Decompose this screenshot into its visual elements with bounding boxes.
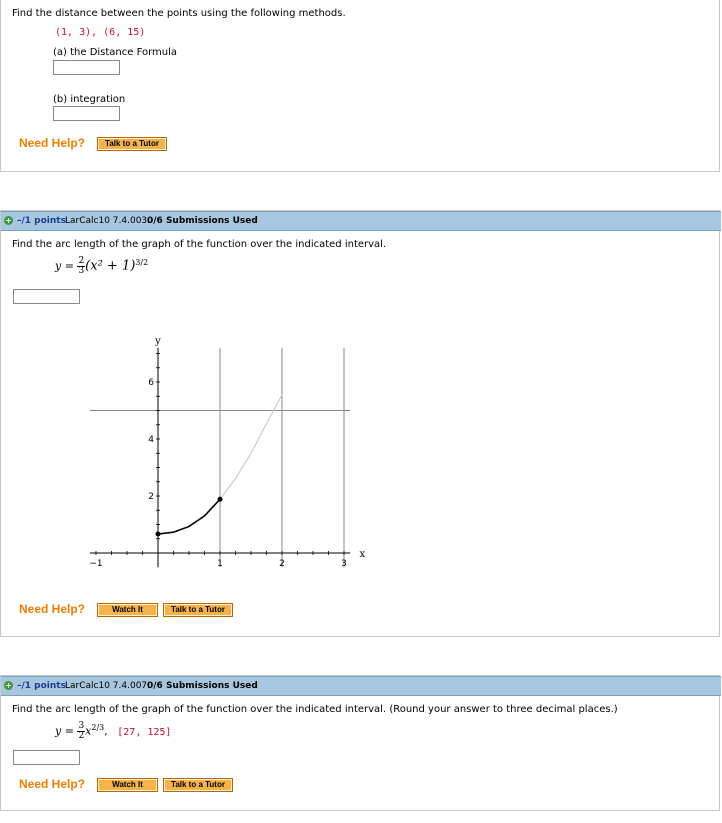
q1-need-help: Need Help? — [19, 136, 86, 150]
q2-eq-body: (x² + 1) — [85, 258, 136, 274]
q3-eq-lhs: y = — [55, 724, 74, 738]
expand-plus-icon[interactable]: + — [4, 216, 13, 225]
q2-reference: LarCalc10 7.4.003. — [65, 216, 151, 226]
q2-header: + –/1 points LarCalc10 7.4.003. 0/6 Subm… — [1, 211, 721, 231]
arc-length-graph: −1 1 2 3 2 4 6 x y — [89, 336, 366, 569]
q1-part-a-input[interactable] — [53, 60, 120, 75]
q3-points: –/1 points — [17, 681, 66, 691]
question-3-card: + –/1 points LarCalc10 7.4.007. 0/6 Subm… — [0, 675, 721, 811]
x-tick-label: 3 — [341, 559, 347, 569]
q3-header: + –/1 points LarCalc10 7.4.007. 0/6 Subm… — [1, 676, 721, 696]
q2-points: –/1 points — [17, 216, 66, 226]
q2-eq-lhs: y = — [55, 259, 74, 273]
q3-need-help: Need Help? — [19, 777, 86, 791]
q1-part-b-input[interactable] — [53, 106, 120, 121]
q2-equation: y = 2 3 (x² + 1)3/2 — [55, 257, 148, 276]
endpoint-dot — [217, 496, 223, 502]
y-tick-label: 6 — [148, 378, 154, 388]
q1-part-b-label: (b) integration — [53, 94, 126, 105]
q3-submissions: 0/6 Submissions Used — [147, 681, 258, 691]
q2-prompt: Find the arc length of the graph of the … — [12, 239, 387, 250]
question-1-card: Find the distance between the points usi… — [0, 0, 720, 172]
expand-plus-icon[interactable]: + — [4, 681, 13, 690]
q2-need-help: Need Help? — [19, 602, 86, 616]
q3-talk-to-tutor-button[interactable]: Talk to a Tutor — [163, 778, 233, 792]
q2-watch-it-button[interactable]: Watch It — [97, 603, 158, 617]
q3-eq-exponent: 2/3 — [91, 722, 105, 732]
q3-reference: LarCalc10 7.4.007. — [65, 681, 151, 691]
x-axis-label: x — [360, 549, 366, 560]
q3-watch-it-button[interactable]: Watch It — [97, 778, 158, 792]
q2-answer-input[interactable] — [13, 289, 80, 304]
q1-talk-to-tutor-button[interactable]: Talk to a Tutor — [97, 137, 167, 151]
y-tick-label: 4 — [148, 435, 154, 445]
q2-fraction: 23 — [77, 256, 86, 276]
q1-part-a-label: (a) the Distance Formula — [53, 47, 178, 58]
curve-interval — [157, 498, 221, 535]
question-2-card: + –/1 points LarCalc10 7.4.003. 0/6 Subm… — [0, 210, 721, 637]
q3-answer-input[interactable] — [13, 750, 80, 765]
y-axis-label: y — [154, 336, 161, 347]
x-tick-label: 2 — [279, 559, 285, 569]
q2-submissions: 0/6 Submissions Used — [147, 216, 258, 226]
q3-fraction: 32 — [77, 721, 86, 741]
q2-talk-to-tutor-button[interactable]: Talk to a Tutor — [163, 603, 233, 617]
q3-equation: y = 3 2 x2/3, [27, 125] — [55, 721, 172, 741]
q3-interval: [27, 125] — [117, 726, 172, 738]
x-tick-label: 1 — [217, 559, 223, 569]
y-tick-label: 2 — [148, 492, 154, 502]
q1-prompt: Find the distance between the points usi… — [12, 8, 346, 19]
q2-eq-exponent: 3/2 — [135, 257, 149, 267]
x-tick-label: −1 — [89, 559, 102, 569]
q1-points: (1, 3), (6, 15) — [55, 27, 146, 38]
q3-prompt: Find the arc length of the graph of the … — [12, 704, 618, 715]
endpoint-dot — [155, 531, 161, 537]
